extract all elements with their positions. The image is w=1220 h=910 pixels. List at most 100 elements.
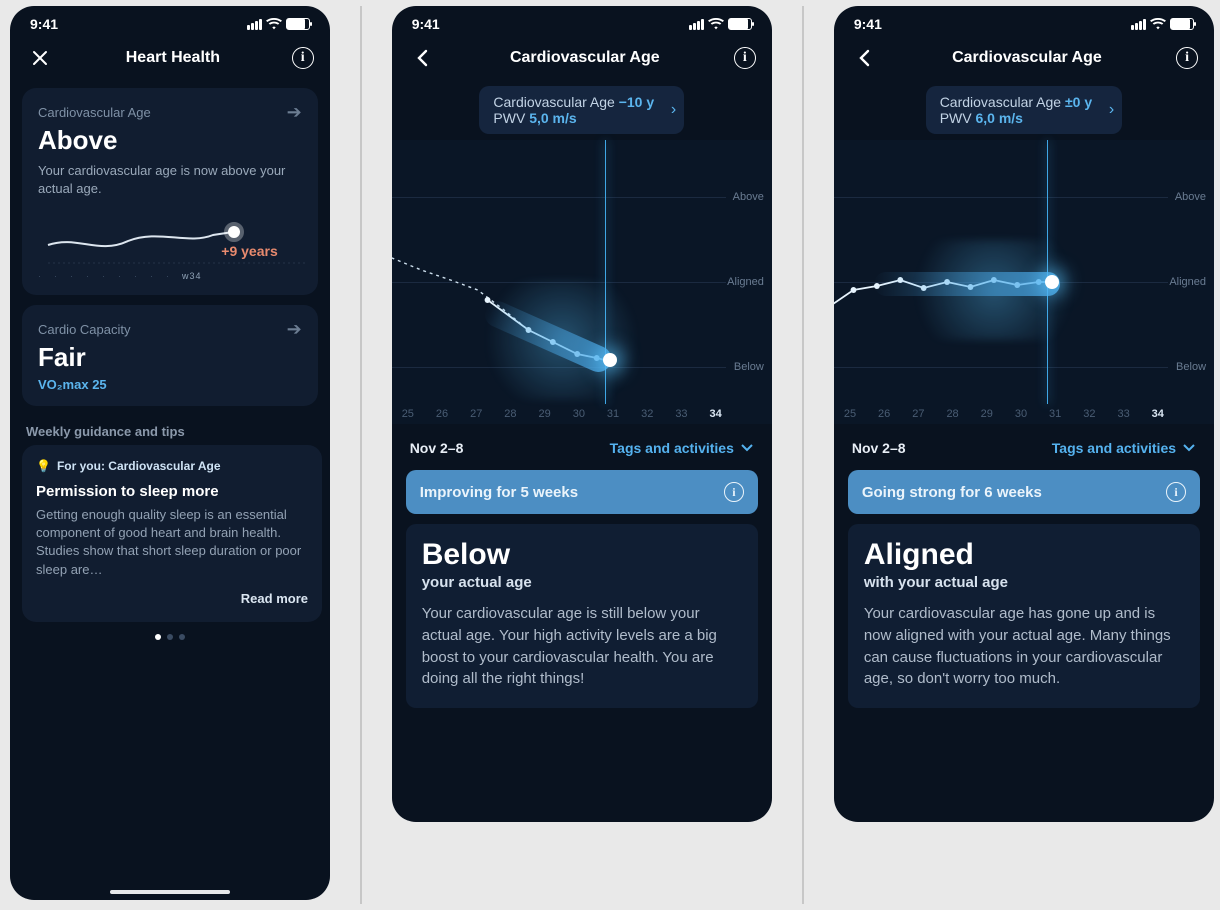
close-icon (31, 49, 49, 67)
info-button[interactable]: i (734, 47, 756, 69)
card-label: Cardiovascular Age (38, 105, 151, 120)
phone-cvage-aligned: 9:41 Cardiovascular Age i Cardiovascular… (834, 6, 1214, 822)
tags-label: Tags and activities (610, 440, 734, 456)
x-ticks: 2526 2728 2930 3132 3334 (402, 408, 722, 420)
chevron-right-icon: ➔ (287, 319, 302, 340)
nav-header: Cardiovascular Age i (392, 36, 772, 82)
summary-headline: Below (422, 538, 742, 572)
status-time: 9:41 (854, 16, 882, 32)
status-banner[interactable]: Improving for 5 weeks i (406, 470, 758, 514)
row-head: Nov 2–8 Tags and activities (392, 424, 772, 466)
guidance-header: Weekly guidance and tips (10, 416, 330, 445)
lightbulb-icon: 💡 (36, 459, 51, 473)
tick-current: w34 (182, 271, 202, 281)
summary-sub: with your actual age (864, 574, 1184, 591)
summary-headline: Aligned (864, 538, 1184, 572)
chevron-down-icon (740, 443, 754, 453)
wifi-icon (266, 18, 282, 30)
pill-val-2: 5,0 m/s (529, 110, 576, 126)
banner-text: Improving for 5 weeks (420, 484, 578, 501)
tip-tag: 💡 For you: Cardiovascular Age (36, 459, 308, 473)
back-button[interactable] (408, 44, 436, 72)
summary-card: Below your actual age Your cardiovascula… (406, 524, 758, 708)
card-label: Cardio Capacity (38, 322, 131, 337)
pill-key-1: Cardiovascular Age (493, 94, 614, 110)
read-more-link[interactable]: Read more (36, 591, 308, 606)
cell-signal-icon (247, 19, 262, 30)
cvage-delta: +9 years (221, 243, 277, 259)
tags-toggle[interactable]: Tags and activities (1052, 440, 1196, 456)
status-icons (1131, 18, 1194, 30)
pill-val-1: −10 y (619, 94, 654, 110)
info-icon: i (724, 482, 744, 502)
nav-header: Cardiovascular Age i (834, 36, 1214, 82)
cvage-chart[interactable]: Above Aligned Below 2526 2728 2930 3132 … (834, 140, 1214, 424)
info-button[interactable]: i (292, 47, 314, 69)
back-button[interactable] (850, 44, 878, 72)
card-sparkline: +9 years (38, 207, 302, 267)
page-title: Cardiovascular Age (952, 49, 1102, 67)
card-status: Above (38, 125, 302, 156)
date-range: Nov 2–8 (852, 440, 906, 456)
chevron-left-icon (415, 48, 429, 68)
status-time: 9:41 (30, 16, 58, 32)
pill-val-1: ±0 y (1065, 94, 1092, 110)
wifi-icon (1150, 18, 1166, 30)
banner-text: Going strong for 6 weeks (862, 484, 1042, 501)
card-cardiovascular-age[interactable]: Cardiovascular Age ➔ Above Your cardiova… (22, 88, 318, 295)
cell-signal-icon (1131, 19, 1146, 30)
home-indicator (110, 890, 230, 894)
tick-current: 34 (710, 408, 722, 420)
phone-cvage-below: 9:41 Cardiovascular Age i Cardiovascular… (392, 6, 772, 822)
chevron-right-icon: › (671, 101, 676, 119)
info-icon: i (1166, 482, 1186, 502)
info-button[interactable]: i (1176, 47, 1198, 69)
chevron-right-icon: ➔ (287, 102, 302, 123)
chevron-down-icon (1182, 443, 1196, 453)
status-icons (247, 18, 310, 30)
page-title: Heart Health (126, 49, 220, 67)
status-bar: 9:41 (834, 6, 1214, 36)
summary-card: Aligned with your actual age Your cardio… (848, 524, 1200, 708)
pill-key-2: PWV (493, 110, 525, 126)
status-bar: 9:41 (392, 6, 772, 36)
chevron-left-icon (857, 48, 871, 68)
card-status: Fair (38, 342, 302, 373)
tip-title: Permission to sleep more (36, 483, 308, 500)
chart-endpoint (1045, 275, 1059, 289)
status-bar: 9:41 (10, 6, 330, 36)
pill-key-2: PWV (940, 110, 972, 126)
row-head: Nov 2–8 Tags and activities (834, 424, 1214, 466)
chevron-right-icon: › (1109, 101, 1114, 119)
status-time: 9:41 (412, 16, 440, 32)
nav-header: Heart Health i (10, 36, 330, 82)
page-title: Cardiovascular Age (510, 49, 660, 67)
battery-icon (286, 18, 310, 30)
tip-tag-text: For you: Cardiovascular Age (57, 459, 221, 473)
value-pill[interactable]: Cardiovascular Age ±0 y PWV 6,0 m/s › (926, 86, 1122, 134)
tips-carousel[interactable]: 💡 For you: Cardiovascular Age Permission… (10, 445, 330, 622)
tick-current: 34 (1152, 408, 1164, 420)
pill-key-1: Cardiovascular Age (940, 94, 1061, 110)
vo2max-value: VO₂max 25 (38, 377, 302, 392)
status-banner[interactable]: Going strong for 6 weeks i (848, 470, 1200, 514)
tip-card[interactable]: 💡 For you: Cardiovascular Age Permission… (22, 445, 322, 622)
summary-body: Your cardiovascular age is still below y… (422, 603, 742, 690)
value-pill[interactable]: Cardiovascular Age −10 y PWV 5,0 m/s › (479, 86, 684, 134)
x-ticks: ········· w34 (38, 271, 302, 281)
summary-body: Your cardiovascular age has gone up and … (864, 603, 1184, 690)
status-icons (689, 18, 752, 30)
battery-icon (728, 18, 752, 30)
cvage-chart[interactable]: Above Aligned Below 2526 2728 2930 3132 … (392, 140, 772, 424)
summary-sub: your actual age (422, 574, 742, 591)
close-button[interactable] (26, 44, 54, 72)
date-range: Nov 2–8 (410, 440, 464, 456)
battery-icon (1170, 18, 1194, 30)
tags-toggle[interactable]: Tags and activities (610, 440, 754, 456)
card-desc: Your cardiovascular age is now above you… (38, 162, 302, 197)
card-cardio-capacity[interactable]: Cardio Capacity ➔ Fair VO₂max 25 (22, 305, 318, 406)
pill-val-2: 6,0 m/s (975, 110, 1022, 126)
x-ticks: 2526 2728 2930 3132 3334 (844, 408, 1164, 420)
cell-signal-icon (689, 19, 704, 30)
carousel-dots (10, 634, 330, 640)
